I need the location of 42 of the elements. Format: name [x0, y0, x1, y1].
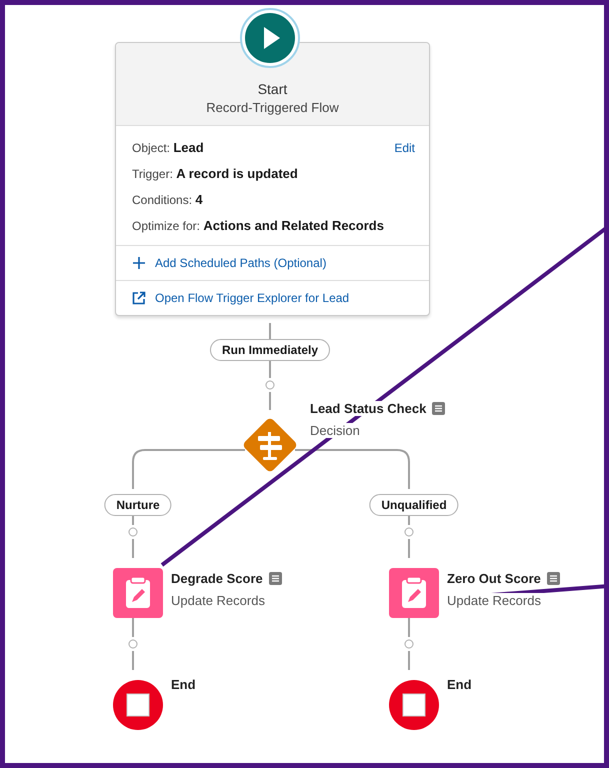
connector-line [132, 618, 134, 637]
connector-line [269, 392, 271, 410]
start-card[interactable]: Start Record-Triggered Flow Object: Lead Edit Trigger: A record is updated Conditions: 4 Optimize for: Actions and Related Records Add Scheduled Paths (Optional) Open Flow Trigger Explorer for Lead [115, 42, 430, 316]
element-name: Degrade Score [171, 571, 263, 586]
connector-line [269, 361, 271, 378]
clipboard-edit-icon[interactable] [389, 568, 439, 618]
start-title: Start [256, 81, 288, 97]
trigger-detail: Conditions: 4 [132, 191, 203, 209]
action-link[interactable]: Add Scheduled Paths (Optional) [155, 256, 326, 270]
start-subtitle: Record-Triggered Flow [205, 100, 340, 115]
description-icon[interactable] [432, 402, 446, 415]
connector-line [408, 618, 410, 637]
clipboard-edit-icon[interactable] [113, 568, 163, 618]
edit-link[interactable]: Edit [394, 141, 415, 155]
description-icon[interactable] [268, 572, 282, 585]
outcome-label[interactable]: Unqualified [369, 494, 459, 516]
connector-line [269, 323, 271, 339]
connector-line [408, 539, 410, 558]
external-link-icon [132, 291, 146, 305]
trigger-detail: Optimize for: Actions and Related Records [132, 217, 384, 235]
trigger-detail: Trigger: A record is updated [132, 165, 298, 183]
play-icon[interactable] [239, 7, 301, 69]
stop-icon[interactable] [113, 680, 163, 730]
add-element-dot[interactable] [404, 640, 414, 648]
add-element-dot[interactable] [128, 640, 138, 648]
plus-icon [132, 256, 146, 270]
end-label: End [171, 677, 196, 692]
action-link[interactable]: Open Flow Trigger Explorer for Lead [155, 291, 350, 305]
connector-line [132, 539, 134, 558]
end-label: End [447, 677, 472, 692]
connector-line [408, 651, 410, 670]
connector-line [132, 651, 134, 670]
outcome-label[interactable]: Nurture [104, 494, 172, 516]
add-element-dot[interactable] [404, 528, 414, 536]
add-element-dot[interactable] [128, 528, 138, 536]
element-name: Zero Out Score [447, 571, 541, 586]
add-element-dot[interactable] [266, 380, 274, 390]
description-icon[interactable] [546, 572, 560, 585]
path-label[interactable]: Run Immediately [210, 339, 330, 361]
trigger-detail: Object: Lead [132, 139, 204, 157]
decision-name: Lead Status Check [310, 401, 426, 416]
stop-icon[interactable] [389, 680, 439, 730]
